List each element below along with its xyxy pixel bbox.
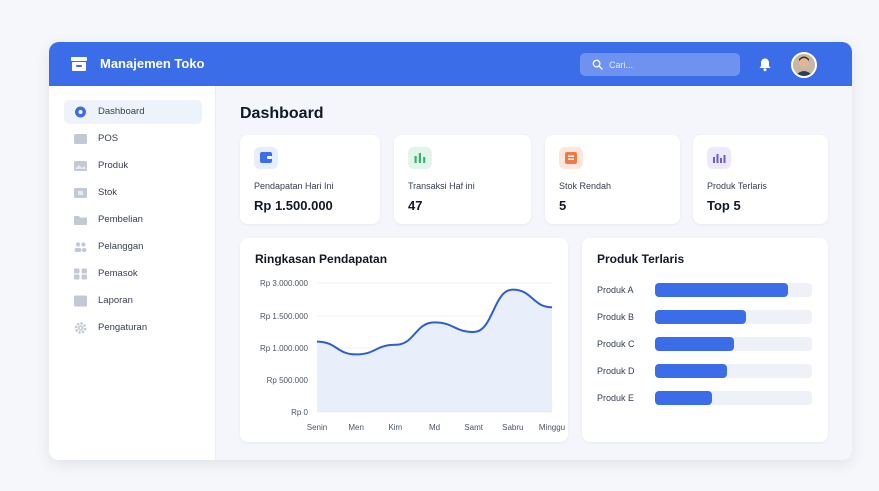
user-photo-icon <box>793 54 815 76</box>
search-box[interactable] <box>580 53 740 76</box>
x-tick-label: Sabru <box>502 423 523 432</box>
bar-chart-icon <box>414 153 426 163</box>
product-label: Produk E <box>597 393 635 403</box>
stat-icon-box <box>254 147 278 169</box>
gear-icon <box>74 322 87 334</box>
top-bar: Manajemen Toko <box>49 42 852 86</box>
sidebar-item-dashboard[interactable]: Dashboard <box>64 100 202 124</box>
sidebar-item-pembelian[interactable]: Pembelian <box>64 208 202 232</box>
sidebar-item-pemasok[interactable]: Pemasok <box>64 262 202 286</box>
sidebar-item-laporan[interactable]: Laporan <box>64 289 202 313</box>
y-tick-label: Rp 1.500.000 <box>260 312 309 321</box>
revenue-chart-card: Ringkasan Pendapatan Rp 3.000.000 Rp 1.50… <box>240 238 568 442</box>
app-window: Manajemen Toko Dashboard <box>49 42 852 460</box>
box-icon <box>565 152 577 164</box>
stat-card-top-products[interactable]: Produk Terlaris Top 5 <box>693 135 828 224</box>
product-bar <box>655 283 789 297</box>
stat-icon-box <box>559 147 583 169</box>
top-products-title: Produk Terlaris <box>597 252 685 266</box>
y-tick-label: Rp 500.000 <box>267 376 309 385</box>
sidebar-item-label: Pembelian <box>98 214 143 225</box>
sidebar-item-stok[interactable]: Stok <box>64 181 202 205</box>
sidebar-item-label: Laporan <box>98 295 133 306</box>
y-tick-label: Rp 1.000.000 <box>260 344 309 353</box>
x-tick-label: Senin <box>307 423 327 432</box>
product-icon <box>74 161 87 171</box>
y-tick-label: Rp 0 <box>291 408 308 417</box>
y-tick-label: Rp 3.000.000 <box>260 279 309 288</box>
top-products-card: Produk Terlaris Produk A Produk B Produk C… <box>582 238 828 442</box>
product-bar-track <box>655 337 812 351</box>
stat-value: Top 5 <box>707 198 741 213</box>
product-bar <box>655 391 712 405</box>
pos-icon <box>74 134 87 144</box>
sidebar-item-label: Pemasok <box>98 268 138 279</box>
stat-value: 47 <box>408 198 423 213</box>
sidebar-item-label: Stok <box>98 187 118 198</box>
sidebar-item-label: POS <box>98 133 119 144</box>
product-bar-track <box>655 310 812 324</box>
stat-icon-box <box>707 147 731 169</box>
trending-chart-icon <box>713 154 726 163</box>
x-tick-label: Kim <box>388 423 402 432</box>
avatar[interactable] <box>791 52 817 78</box>
sidebar-item-pengaturan[interactable]: Pengaturan <box>64 316 202 340</box>
product-bar-track <box>655 283 812 297</box>
stat-label: Stok Rendah <box>559 181 612 191</box>
product-bar <box>655 364 728 378</box>
stat-label: Transaksi Haf ini <box>408 181 475 191</box>
page-title: Dashboard <box>240 105 324 122</box>
x-tick-label: Md <box>429 423 440 432</box>
product-bar <box>655 310 747 324</box>
search-input[interactable] <box>609 57 729 72</box>
bell-icon[interactable] <box>758 57 772 72</box>
product-label: Produk D <box>597 366 635 376</box>
product-bar-track <box>655 364 812 378</box>
app-title: Manajemen Toko <box>100 56 205 71</box>
stat-value: 5 <box>559 198 567 213</box>
x-tick-label: Samt <box>464 423 483 432</box>
product-label: Produk A <box>597 285 634 295</box>
sidebar-item-pelanggan[interactable]: Pelanggan <box>64 235 202 259</box>
x-tick-label: Minggu <box>539 423 565 432</box>
stock-icon <box>74 188 87 198</box>
sidebar-item-label: Dashboard <box>98 106 145 117</box>
wallet-icon <box>260 152 272 163</box>
stat-value: Rp 1.500.000 <box>254 198 333 213</box>
sidebar-item-label: Pengaturan <box>98 322 148 333</box>
sidebar-item-pos[interactable]: POS <box>64 127 202 151</box>
store-icon <box>71 57 87 71</box>
stat-label: Pendapatan Hari Ini <box>254 181 334 191</box>
stat-card-low-stock[interactable]: Stok Rendah 5 <box>545 135 680 224</box>
dashboard-icon <box>75 106 86 118</box>
sidebar-item-label: Pelanggan <box>98 241 144 252</box>
product-label: Produk B <box>597 312 635 322</box>
stat-icon-box <box>408 147 432 169</box>
revenue-area-fill <box>317 289 552 412</box>
folder-icon <box>74 216 87 225</box>
stat-label: Produk Terlaris <box>707 181 767 191</box>
stat-card-transactions[interactable]: Transaksi Haf ini 47 <box>394 135 531 224</box>
revenue-area-chart: Rp 3.000.000 Rp 1.500.000 Rp 1.000.000 Rp 5… <box>260 279 565 432</box>
product-label: Produk C <box>597 339 635 349</box>
users-icon <box>74 242 87 252</box>
report-icon <box>74 295 87 307</box>
product-bar <box>655 337 734 351</box>
sidebar-item-produk[interactable]: Produk <box>64 154 202 178</box>
sidebar-item-label: Produk <box>98 160 129 171</box>
product-bar-track <box>655 391 812 405</box>
x-tick-label: Men <box>348 423 364 432</box>
supplier-icon <box>74 268 87 280</box>
stat-card-revenue[interactable]: Pendapatan Hari Ini Rp 1.500.000 <box>240 135 380 224</box>
sidebar: Dashboard POS Produk Stok Pembelian Pela… <box>49 86 216 460</box>
search-icon <box>592 59 603 70</box>
